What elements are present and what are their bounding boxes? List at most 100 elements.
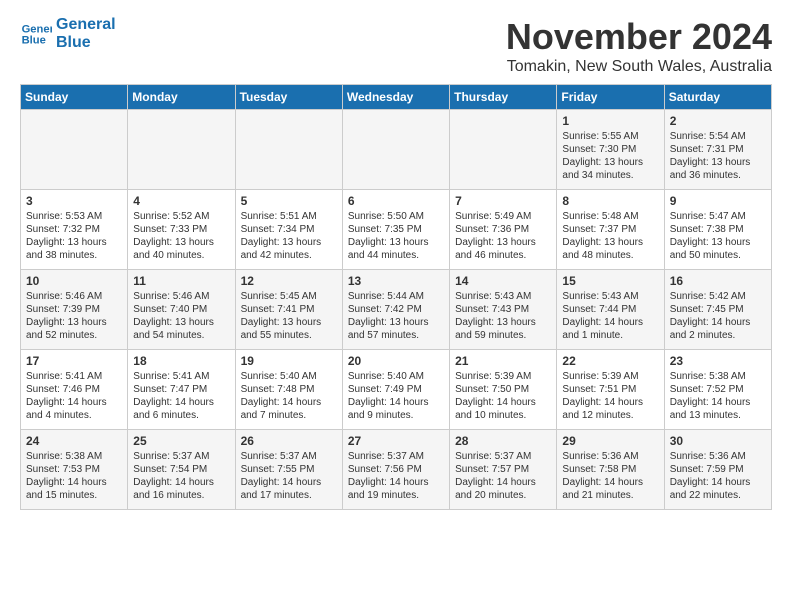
day-info: Sunrise: 5:40 AM (348, 370, 444, 383)
day-info: Daylight: 13 hours and 59 minutes. (455, 316, 551, 342)
weekday-header-tuesday: Tuesday (235, 85, 342, 110)
calendar-cell (235, 110, 342, 190)
weekday-header-wednesday: Wednesday (342, 85, 449, 110)
day-number: 22 (562, 354, 658, 368)
day-info: Sunrise: 5:39 AM (562, 370, 658, 383)
calendar-cell: 11Sunrise: 5:46 AMSunset: 7:40 PMDayligh… (128, 270, 235, 350)
calendar-cell (342, 110, 449, 190)
day-info: Sunset: 7:52 PM (670, 383, 766, 396)
calendar-cell: 8Sunrise: 5:48 AMSunset: 7:37 PMDaylight… (557, 190, 664, 270)
day-info: Sunset: 7:58 PM (562, 463, 658, 476)
calendar-week-3: 10Sunrise: 5:46 AMSunset: 7:39 PMDayligh… (21, 270, 772, 350)
calendar-week-5: 24Sunrise: 5:38 AMSunset: 7:53 PMDayligh… (21, 430, 772, 510)
day-info: Sunset: 7:30 PM (562, 143, 658, 156)
day-info: Daylight: 14 hours and 6 minutes. (133, 396, 229, 422)
weekday-header-sunday: Sunday (21, 85, 128, 110)
day-number: 15 (562, 274, 658, 288)
calendar-cell: 23Sunrise: 5:38 AMSunset: 7:52 PMDayligh… (664, 350, 771, 430)
day-number: 9 (670, 194, 766, 208)
day-info: Sunrise: 5:37 AM (241, 450, 337, 463)
day-info: Sunrise: 5:37 AM (133, 450, 229, 463)
day-number: 1 (562, 114, 658, 128)
day-info: Sunset: 7:43 PM (455, 303, 551, 316)
calendar-cell (21, 110, 128, 190)
title-block: November 2024 Tomakin, New South Wales, … (506, 16, 772, 76)
calendar-cell: 7Sunrise: 5:49 AMSunset: 7:36 PMDaylight… (450, 190, 557, 270)
calendar-cell: 17Sunrise: 5:41 AMSunset: 7:46 PMDayligh… (21, 350, 128, 430)
day-info: Sunrise: 5:43 AM (455, 290, 551, 303)
day-info: Sunset: 7:38 PM (670, 223, 766, 236)
day-info: Sunrise: 5:41 AM (133, 370, 229, 383)
day-info: Daylight: 14 hours and 2 minutes. (670, 316, 766, 342)
day-number: 23 (670, 354, 766, 368)
day-number: 13 (348, 274, 444, 288)
day-info: Sunrise: 5:52 AM (133, 210, 229, 223)
day-info: Sunrise: 5:37 AM (455, 450, 551, 463)
day-info: Sunset: 7:33 PM (133, 223, 229, 236)
day-info: Sunset: 7:49 PM (348, 383, 444, 396)
calendar-cell: 16Sunrise: 5:42 AMSunset: 7:45 PMDayligh… (664, 270, 771, 350)
calendar-cell: 6Sunrise: 5:50 AMSunset: 7:35 PMDaylight… (342, 190, 449, 270)
day-info: Sunrise: 5:36 AM (670, 450, 766, 463)
day-info: Sunrise: 5:37 AM (348, 450, 444, 463)
day-info: Sunrise: 5:38 AM (670, 370, 766, 383)
month-title: November 2024 (506, 16, 772, 58)
day-info: Sunrise: 5:38 AM (26, 450, 122, 463)
day-info: Daylight: 14 hours and 12 minutes. (562, 396, 658, 422)
location-title: Tomakin, New South Wales, Australia (506, 58, 772, 76)
calendar-week-4: 17Sunrise: 5:41 AMSunset: 7:46 PMDayligh… (21, 350, 772, 430)
day-info: Sunset: 7:50 PM (455, 383, 551, 396)
day-info: Daylight: 14 hours and 16 minutes. (133, 476, 229, 502)
calendar: SundayMondayTuesdayWednesdayThursdayFrid… (20, 84, 772, 510)
calendar-cell (128, 110, 235, 190)
calendar-cell: 24Sunrise: 5:38 AMSunset: 7:53 PMDayligh… (21, 430, 128, 510)
day-info: Sunset: 7:35 PM (348, 223, 444, 236)
day-info: Daylight: 13 hours and 55 minutes. (241, 316, 337, 342)
day-number: 7 (455, 194, 551, 208)
calendar-cell: 5Sunrise: 5:51 AMSunset: 7:34 PMDaylight… (235, 190, 342, 270)
day-info: Sunset: 7:40 PM (133, 303, 229, 316)
calendar-cell: 21Sunrise: 5:39 AMSunset: 7:50 PMDayligh… (450, 350, 557, 430)
day-info: Sunrise: 5:48 AM (562, 210, 658, 223)
day-info: Sunrise: 5:47 AM (670, 210, 766, 223)
weekday-header-thursday: Thursday (450, 85, 557, 110)
day-number: 28 (455, 434, 551, 448)
day-number: 17 (26, 354, 122, 368)
page-header: General Blue General Blue November 2024 … (20, 16, 772, 76)
day-info: Sunset: 7:51 PM (562, 383, 658, 396)
logo: General Blue General Blue (20, 16, 116, 52)
calendar-cell: 22 Sunrise: 5:39 AMSunset: 7:51 PMDayligh… (557, 350, 664, 430)
logo-line1: General (56, 16, 116, 34)
day-info: Daylight: 14 hours and 21 minutes. (562, 476, 658, 502)
day-number: 27 (348, 434, 444, 448)
calendar-cell: 3Sunrise: 5:53 AMSunset: 7:32 PMDaylight… (21, 190, 128, 270)
day-number: 25 (133, 434, 229, 448)
day-info: Sunset: 7:47 PM (133, 383, 229, 396)
day-info: Sunset: 7:56 PM (348, 463, 444, 476)
day-info: Sunset: 7:44 PM (562, 303, 658, 316)
day-number: 8 (562, 194, 658, 208)
day-info: Daylight: 13 hours and 38 minutes. (26, 236, 122, 262)
calendar-cell: 13Sunrise: 5:44 AMSunset: 7:42 PMDayligh… (342, 270, 449, 350)
day-number: 6 (348, 194, 444, 208)
day-info: Sunset: 7:41 PM (241, 303, 337, 316)
day-info: Sunset: 7:48 PM (241, 383, 337, 396)
day-info: Sunrise: 5:43 AM (562, 290, 658, 303)
day-info: Sunrise: 5:41 AM (26, 370, 122, 383)
weekday-header-friday: Friday (557, 85, 664, 110)
calendar-cell: 14Sunrise: 5:43 AMSunset: 7:43 PMDayligh… (450, 270, 557, 350)
day-number: 16 (670, 274, 766, 288)
calendar-header-row: SundayMondayTuesdayWednesdayThursdayFrid… (21, 85, 772, 110)
calendar-cell: 28Sunrise: 5:37 AMSunset: 7:57 PMDayligh… (450, 430, 557, 510)
day-info: Sunset: 7:59 PM (670, 463, 766, 476)
day-info: Daylight: 13 hours and 42 minutes. (241, 236, 337, 262)
day-info: Sunrise: 5:49 AM (455, 210, 551, 223)
svg-text:Blue: Blue (22, 35, 46, 47)
day-info: Sunrise: 5:45 AM (241, 290, 337, 303)
calendar-cell: 1Sunrise: 5:55 AMSunset: 7:30 PMDaylight… (557, 110, 664, 190)
day-number: 4 (133, 194, 229, 208)
weekday-header-saturday: Saturday (664, 85, 771, 110)
calendar-cell: 30Sunrise: 5:36 AMSunset: 7:59 PMDayligh… (664, 430, 771, 510)
calendar-cell: 12Sunrise: 5:45 AMSunset: 7:41 PMDayligh… (235, 270, 342, 350)
day-number: 10 (26, 274, 122, 288)
